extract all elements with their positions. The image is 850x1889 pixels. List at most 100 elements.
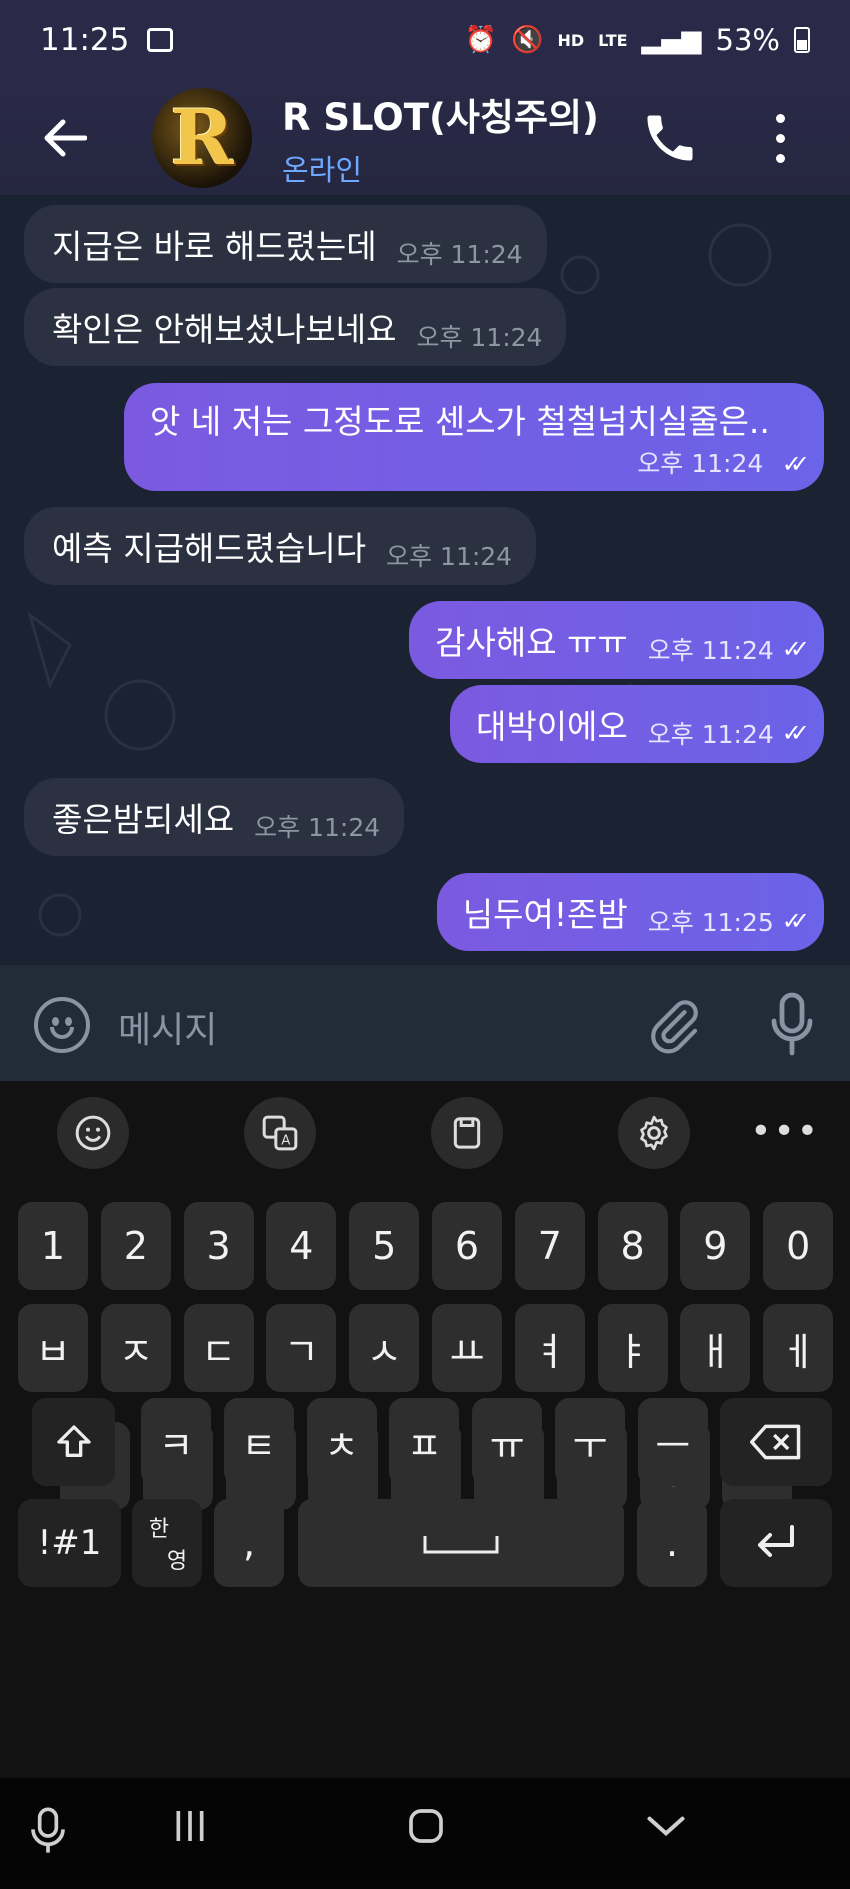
message-time: 오후 11:24 <box>254 813 381 842</box>
message-input[interactable]: 메시지 <box>118 1001 217 1053</box>
read-checkmarks-icon: ✓✓ <box>781 907 810 935</box>
key-2[interactable]: ㅈ <box>100 1304 171 1392</box>
battery-icon <box>794 27 810 53</box>
key-1[interactable]: ㅋ <box>141 1398 211 1486</box>
phone-icon[interactable] <box>640 108 700 168</box>
keyboard: A ••• 1234567890 ㅂㅈㄷㄱㅅㅛㅕㅑㅐㅔ ㅁㄴㅇㄹㅎㅗㅓㅏㅣ ㅋㅌ… <box>0 1081 850 1889</box>
battery-percent: 53% <box>715 23 780 57</box>
paperclip-icon[interactable] <box>646 995 702 1055</box>
microphone-icon[interactable] <box>768 991 816 1059</box>
key-4[interactable]: 4 <box>266 1202 337 1290</box>
message-incoming[interactable]: 좋은밤되세요 오후 11:24 <box>24 778 405 856</box>
key-6[interactable]: ㅜ <box>555 1398 625 1486</box>
mute-icon: 🔇 <box>511 25 544 55</box>
hd-voice-icon: HD <box>557 30 585 50</box>
lang-english-label: 영 <box>166 1549 188 1574</box>
clipboard-icon[interactable] <box>431 1097 503 1169</box>
shift-key[interactable] <box>32 1398 115 1486</box>
message-list[interactable]: 지급은 바로 해드렸는데 오후 11:24 확인은 안해보셨나보네요 오후 11… <box>0 195 850 965</box>
key-5[interactable]: 5 <box>349 1202 420 1290</box>
message-time: 오후 11:25 <box>647 908 774 937</box>
message-text: 님두여!존밤 <box>462 895 628 934</box>
read-checkmarks-icon: ✓✓ <box>781 450 810 478</box>
symbols-key[interactable]: !#1 <box>18 1499 121 1587</box>
keyboard-toolbar: A ••• <box>0 1081 850 1181</box>
translate-icon[interactable]: A <box>244 1097 316 1169</box>
message-text: 앗 네 저는 그정도로 센스가 철철넘치실줄은.. <box>150 402 770 441</box>
lte-icon: LTE <box>598 30 628 50</box>
enter-key[interactable] <box>720 1499 832 1587</box>
smiley-icon[interactable] <box>34 997 90 1053</box>
avatar[interactable]: R <box>152 87 252 188</box>
key-6[interactable]: 6 <box>432 1202 502 1290</box>
message-time: 오후 11:24 <box>637 449 764 478</box>
system-navigation-bar <box>0 1778 850 1889</box>
message-time: 오후 11:24 <box>396 240 523 269</box>
online-status: 온라인 <box>282 152 363 187</box>
gallery-notification-icon <box>147 28 174 52</box>
status-icons: ⏰ 🔇 HD LTE ▂▄▆ 53% <box>465 23 810 57</box>
message-incoming[interactable]: 지급은 바로 해드렸는데 오후 11:24 <box>24 205 547 283</box>
key-3[interactable]: 3 <box>183 1202 254 1290</box>
more-horizontal-icon[interactable]: ••• <box>750 1111 820 1152</box>
message-text: 좋은밤되세요 <box>52 800 235 839</box>
status-time: 11:25 <box>40 22 130 58</box>
key-8[interactable]: ㅑ <box>597 1304 668 1392</box>
key-1[interactable]: 1 <box>18 1202 88 1290</box>
read-checkmarks-icon: ✓✓ <box>781 719 810 747</box>
key-6[interactable]: ㅛ <box>432 1304 502 1392</box>
avatar-letter: R <box>170 93 234 182</box>
message-outgoing[interactable]: 감사해요 ㅠㅠ 오후 11:24 ✓✓ <box>409 601 824 679</box>
message-time: 오후 11:24 <box>647 636 774 665</box>
key-2[interactable]: 2 <box>100 1202 171 1290</box>
key-10[interactable]: 0 <box>763 1202 834 1290</box>
alarm-icon: ⏰ <box>464 25 498 55</box>
gear-icon[interactable] <box>618 1097 690 1169</box>
key-3[interactable]: ㅊ <box>306 1398 377 1486</box>
key-1[interactable]: ㅂ <box>18 1304 88 1392</box>
message-outgoing[interactable]: 대박이에오 오후 11:24 ✓✓ <box>449 685 824 763</box>
message-time: 오후 11:24 <box>416 323 543 352</box>
key-4[interactable]: ㄱ <box>266 1304 337 1392</box>
key-7[interactable]: ㅕ <box>514 1304 585 1392</box>
key-3[interactable]: ㄷ <box>183 1304 254 1392</box>
back-arrow-icon[interactable] <box>0 80 130 195</box>
read-checkmarks-icon: ✓✓ <box>781 635 810 663</box>
key-10[interactable]: ㅔ <box>763 1304 834 1392</box>
key-9[interactable]: ㅐ <box>680 1304 751 1392</box>
message-text: 예측 지급해드렸습니다 <box>52 529 367 568</box>
chat-title: R SLOT(사칭주의) <box>282 95 599 139</box>
key-5[interactable]: ㅠ <box>472 1398 543 1486</box>
key-5[interactable]: ㅅ <box>349 1304 420 1392</box>
more-vertical-icon[interactable] <box>770 108 790 168</box>
recent-apps-icon[interactable] <box>170 1806 210 1856</box>
message-text: 대박이에오 <box>475 707 628 746</box>
home-icon[interactable] <box>406 1806 446 1856</box>
key-7[interactable]: ㅡ <box>637 1398 708 1486</box>
space-key[interactable] <box>298 1499 624 1587</box>
back-nav-icon[interactable] <box>644 1806 688 1856</box>
message-time: 오후 11:24 <box>647 720 774 749</box>
keyboard-mic-icon[interactable] <box>28 1806 68 1866</box>
backspace-key[interactable] <box>720 1398 832 1486</box>
svg-text:A: A <box>281 1134 290 1149</box>
lang-korean-label: 한 <box>148 1517 170 1542</box>
message-outgoing[interactable]: 앗 네 저는 그정도로 센스가 철철넘치실줄은.. 오후 11:24 ✓✓ <box>124 383 824 491</box>
key-7[interactable]: 7 <box>514 1202 585 1290</box>
message-text: 감사해요 ㅠㅠ <box>435 623 628 662</box>
language-toggle-key[interactable]: 한 영 <box>132 1499 202 1587</box>
key-9[interactable]: 9 <box>680 1202 751 1290</box>
message-composer: 메시지 <box>0 965 850 1081</box>
period-key[interactable]: . <box>637 1499 707 1587</box>
chat-header: R R SLOT(사칭주의) 온라인 <box>0 80 850 195</box>
message-outgoing[interactable]: 님두여!존밤 오후 11:25 ✓✓ <box>436 873 824 951</box>
key-2[interactable]: ㅌ <box>223 1398 294 1486</box>
status-bar: 11:25 ⏰ 🔇 HD LTE ▂▄▆ 53% <box>0 0 850 80</box>
message-incoming[interactable]: 확인은 안해보셨나보네요 오후 11:24 <box>24 288 567 366</box>
emoji-keyboard-icon[interactable] <box>57 1097 129 1169</box>
comma-key[interactable]: , <box>214 1499 284 1587</box>
chat-title-block[interactable]: R SLOT(사칭주의) 온라인 <box>282 87 599 189</box>
key-4[interactable]: ㅍ <box>389 1398 460 1486</box>
key-8[interactable]: 8 <box>597 1202 668 1290</box>
message-incoming[interactable]: 예측 지급해드렸습니다 오후 11:24 <box>24 507 537 585</box>
